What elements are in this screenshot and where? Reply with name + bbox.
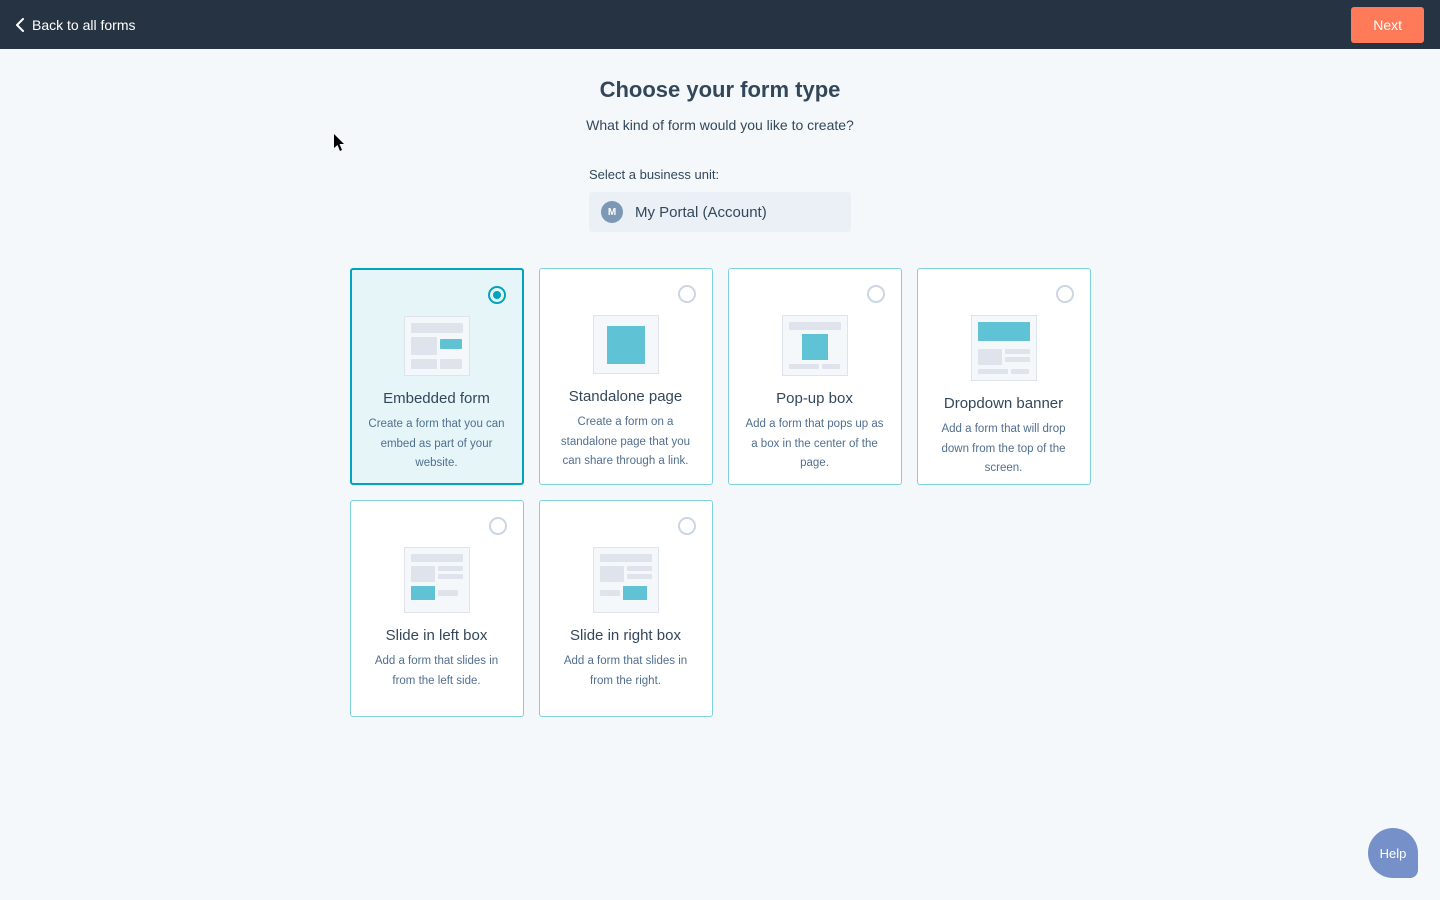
thumbnail-embedded-icon xyxy=(404,316,470,376)
card-desc: Create a form on a standalone page that … xyxy=(552,413,700,472)
card-popup-box[interactable]: Pop-up box Add a form that pops up as a … xyxy=(728,268,902,485)
business-unit-name: My Portal (Account) xyxy=(635,204,767,221)
thumbnail-popup-icon xyxy=(782,315,848,376)
card-desc: Create a form that you can embed as part… xyxy=(364,415,510,474)
radio-icon xyxy=(867,285,885,303)
radio-icon xyxy=(488,286,506,304)
thumbnail-dropdown-icon xyxy=(971,315,1037,381)
business-unit-avatar: M xyxy=(601,201,623,223)
thumbnail-slideleft-icon xyxy=(404,547,470,613)
card-title: Standalone page xyxy=(569,388,682,405)
help-button[interactable]: Help xyxy=(1368,828,1418,878)
card-title: Dropdown banner xyxy=(944,395,1063,412)
card-slide-left-box[interactable]: Slide in left box Add a form that slides… xyxy=(350,500,524,717)
back-button[interactable]: Back to all forms xyxy=(16,17,135,33)
card-title: Embedded form xyxy=(383,390,490,407)
page-subtitle: What kind of form would you like to crea… xyxy=(586,117,854,133)
card-standalone-page[interactable]: Standalone page Create a form on a stand… xyxy=(539,268,713,485)
radio-icon xyxy=(1056,285,1074,303)
top-header: Back to all forms Next xyxy=(0,0,1440,49)
card-desc: Add a form that slides in from the right… xyxy=(552,652,700,691)
business-unit-section: Select a business unit: M My Portal (Acc… xyxy=(589,167,851,232)
radio-icon xyxy=(678,285,696,303)
card-dropdown-banner[interactable]: Dropdown banner Add a form that will dro… xyxy=(917,268,1091,485)
card-desc: Add a form that will drop down from the … xyxy=(930,420,1078,479)
next-button[interactable]: Next xyxy=(1351,7,1424,43)
business-unit-label: Select a business unit: xyxy=(589,167,851,182)
card-embedded-form[interactable]: Embedded form Create a form that you can… xyxy=(350,268,524,485)
card-desc: Add a form that pops up as a box in the … xyxy=(741,415,889,474)
radio-icon xyxy=(678,517,696,535)
main-content: Choose your form type What kind of form … xyxy=(0,49,1440,717)
card-title: Slide in left box xyxy=(386,627,488,644)
radio-icon xyxy=(489,517,507,535)
chevron-left-icon xyxy=(16,18,26,32)
business-unit-selector[interactable]: M My Portal (Account) xyxy=(589,192,851,232)
form-type-grid: Embedded form Create a form that you can… xyxy=(350,268,1091,717)
card-slide-right-box[interactable]: Slide in right box Add a form that slide… xyxy=(539,500,713,717)
back-label: Back to all forms xyxy=(32,17,135,33)
card-title: Slide in right box xyxy=(570,627,681,644)
thumbnail-slideright-icon xyxy=(593,547,659,613)
card-desc: Add a form that slides in from the left … xyxy=(363,652,511,691)
card-title: Pop-up box xyxy=(776,390,853,407)
thumbnail-standalone-icon xyxy=(593,315,659,374)
page-title: Choose your form type xyxy=(600,77,841,103)
